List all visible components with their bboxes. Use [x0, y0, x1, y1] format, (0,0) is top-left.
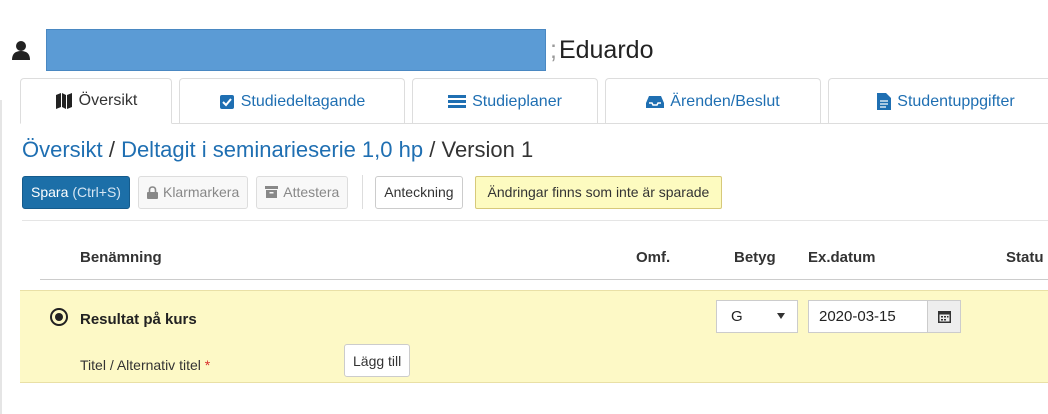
lock-icon — [146, 185, 158, 199]
save-button[interactable]: Spara (Ctrl+S) — [22, 175, 130, 209]
add-title-label: Lägg till — [353, 352, 402, 369]
student-name-text: Eduardo — [558, 35, 654, 64]
breadcrumb-current: Version 1 — [441, 137, 534, 162]
column-header-exam-date: Ex.datum — [808, 249, 876, 266]
table-header-divider — [40, 279, 1048, 280]
required-marker: * — [204, 357, 211, 373]
inbox-icon — [646, 95, 665, 108]
list-icon — [448, 94, 467, 108]
tab-bar: Översikt Studiedeltagande Studieplaner Ä… — [20, 78, 1048, 124]
breadcrumb: Översikt / Deltagit i seminarieserie 1,0… — [22, 137, 533, 163]
chevron-down-icon — [777, 313, 785, 319]
breadcrumb-course-link[interactable]: Deltagit i seminarieserie 1,0 hp — [121, 137, 423, 162]
left-border — [0, 100, 2, 414]
user-icon — [10, 39, 32, 61]
attest-button[interactable]: Attestera — [256, 175, 349, 209]
tab-arenden-beslut[interactable]: Ärenden/Beslut — [605, 78, 821, 124]
mark-done-label: Klarmarkera — [162, 184, 240, 200]
grade-select[interactable]: G — [716, 300, 798, 333]
column-header-status: Statu — [1006, 249, 1044, 266]
add-title-button[interactable]: Lägg till — [344, 344, 411, 377]
column-header-name: Benämning — [80, 249, 162, 266]
tab-label: Studieplaner — [472, 92, 562, 110]
alternative-title-label: Titel / Alternativ titel * — [80, 357, 210, 373]
toolbar-divider — [22, 220, 1048, 221]
tab-studieplaner[interactable]: Studieplaner — [412, 78, 598, 124]
save-label: Spara — [31, 184, 69, 200]
exam-date-value: 2020-03-15 — [819, 308, 896, 325]
tab-label: Ärenden/Beslut — [670, 92, 780, 110]
tab-studiedeltagande[interactable]: Studiedeltagande — [179, 78, 405, 124]
student-name: ;Eduardo — [550, 35, 654, 64]
calendar-button[interactable] — [927, 300, 961, 333]
alternative-title-text: Titel / Alternativ titel — [80, 357, 201, 373]
tab-label: Översikt — [78, 92, 138, 109]
column-header-grade: Betyg — [734, 249, 776, 266]
column-header-scope: Omf. — [636, 249, 671, 266]
exam-date-input[interactable]: 2020-03-15 — [808, 300, 928, 333]
unsaved-changes-notice: Ändringar finns som inte är sparade — [474, 175, 723, 209]
map-icon — [55, 93, 72, 109]
grade-value: G — [731, 308, 743, 325]
note-button[interactable]: Anteckning — [375, 175, 463, 209]
calendar-icon — [937, 311, 951, 323]
row-title: Resultat på kurs — [80, 311, 197, 328]
breadcrumb-root-link[interactable]: Översikt — [22, 137, 103, 162]
redacted-name-block — [46, 29, 546, 71]
toolbar: Spara (Ctrl+S) Klarmarkera Attestera Ante… — [22, 175, 723, 209]
save-shortcut-hint: (Ctrl+S) — [72, 184, 121, 200]
tab-label: Studentuppgifter — [897, 92, 1015, 110]
breadcrumb-separator: / — [429, 137, 436, 162]
archive-icon — [265, 186, 279, 198]
toolbar-separator — [362, 175, 364, 209]
attest-label: Attestera — [283, 184, 340, 200]
student-header: ;Eduardo — [10, 28, 653, 72]
mark-done-button[interactable]: Klarmarkera — [137, 175, 249, 209]
tab-label: Studiedeltagande — [240, 92, 366, 110]
tabs-divider — [20, 123, 1048, 124]
row-select-radio[interactable] — [50, 308, 68, 326]
tab-studentuppgifter[interactable]: Studentuppgifter — [828, 78, 1048, 124]
document-icon — [877, 93, 892, 110]
checkbox-icon — [219, 94, 234, 109]
table-row: Resultat på kurs Titel / Alternativ tite… — [20, 290, 1048, 383]
note-label: Anteckning — [384, 184, 454, 200]
breadcrumb-separator: / — [108, 137, 115, 162]
tab-oversikt[interactable]: Översikt — [20, 78, 172, 124]
